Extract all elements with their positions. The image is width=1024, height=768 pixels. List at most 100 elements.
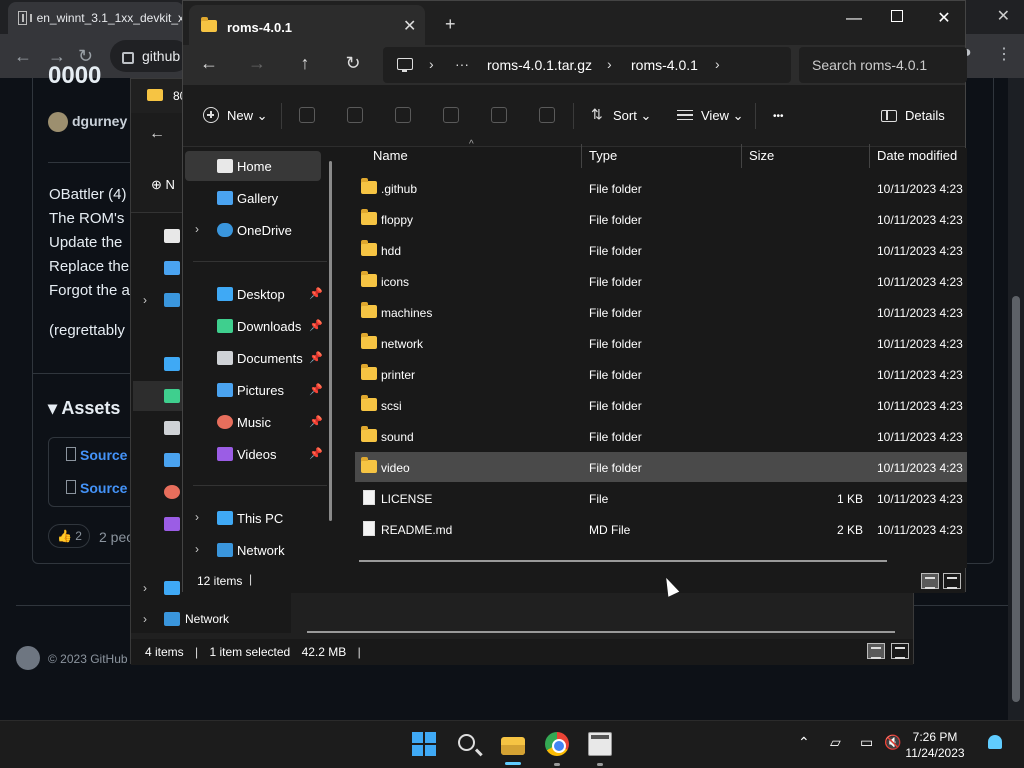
column-divider[interactable] <box>869 144 870 168</box>
back-arrow-icon[interactable]: ← <box>149 125 165 143</box>
search-input[interactable]: Search roms-4.0.1 <box>799 47 967 83</box>
forward-arrow-icon[interactable]: → <box>245 53 269 74</box>
up-arrow-icon[interactable]: ↑ <box>293 53 317 74</box>
copy-icon[interactable] <box>347 107 363 123</box>
asset-link[interactable]: Source <box>66 480 127 496</box>
sidebar-item-home[interactable]: Home <box>185 151 321 181</box>
view-icon[interactable] <box>677 110 693 120</box>
app-window-icon[interactable] <box>588 732 612 756</box>
tiles-view-button[interactable] <box>943 573 961 589</box>
table-row[interactable]: README.md MD File 2 KB 10/11/2023 4:23 PM <box>355 514 967 544</box>
chevron-right-icon[interactable]: › <box>143 581 147 595</box>
network-off-icon[interactable]: ▱ <box>830 734 841 751</box>
column-header-type[interactable]: Type <box>589 148 617 170</box>
table-row[interactable]: video File folder 10/11/2023 4:23 PM <box>355 452 967 482</box>
column-header-size[interactable]: Size <box>749 148 774 170</box>
new-button[interactable]: ⊕ N <box>151 177 175 193</box>
nav-scrollbar[interactable] <box>329 161 332 521</box>
sidebar-item-videos[interactable]: Videos 📌 <box>185 439 323 469</box>
start-button[interactable] <box>412 732 436 756</box>
table-row[interactable]: scsi File folder 10/11/2023 4:23 PM <box>355 390 967 420</box>
table-row[interactable]: machines File folder 10/11/2023 4:23 PM <box>355 297 967 327</box>
downloads-icon[interactable] <box>164 389 180 403</box>
chevron-up-icon[interactable]: ⌃ <box>798 734 810 751</box>
sidebar-item-documents[interactable]: Documents 📌 <box>185 343 323 373</box>
table-row[interactable]: network File folder 10/11/2023 4:23 PM <box>355 328 967 358</box>
table-row[interactable]: icons File folder 10/11/2023 4:23 PM <box>355 266 967 296</box>
nav-network-label[interactable]: Network <box>185 612 229 626</box>
this-pc-icon[interactable] <box>164 581 180 595</box>
chevron-right-icon[interactable]: › <box>143 612 147 626</box>
share-icon[interactable] <box>491 107 507 123</box>
breadcrumb[interactable]: roms-4.0.1.tar.gz <box>487 57 592 73</box>
column-divider[interactable] <box>581 144 582 168</box>
column-header-date-modified[interactable]: Date modified <box>877 148 957 170</box>
sidebar-item-network[interactable]: › Network <box>185 535 321 565</box>
close-icon[interactable]: ✕ <box>997 6 1010 26</box>
pictures-icon[interactable] <box>164 453 180 467</box>
back-arrow-icon[interactable]: ← <box>14 46 32 67</box>
pin-icon[interactable]: 📌 <box>309 287 323 300</box>
table-row[interactable]: printer File folder 10/11/2023 4:23 PM <box>355 359 967 389</box>
asset-link[interactable]: Source <box>66 447 127 463</box>
videos-icon[interactable] <box>164 517 180 531</box>
browser-tab[interactable]: en_winnt_3.1_1xx_devkit_x <box>8 2 184 34</box>
column-header-name[interactable]: Name <box>373 148 408 170</box>
desktop-icon[interactable] <box>164 357 180 371</box>
sidebar-item-music[interactable]: Music 📌 <box>185 407 323 437</box>
table-row[interactable]: hdd File folder 10/11/2023 4:23 PM <box>355 235 967 265</box>
table-row[interactable]: LICENSE File 1 KB 10/11/2023 4:23 PM <box>355 483 967 513</box>
close-icon[interactable]: ✕ <box>403 16 416 36</box>
close-icon[interactable]: ✕ <box>921 5 967 33</box>
chevron-right-icon[interactable]: › <box>195 222 199 236</box>
sidebar-item-onedrive[interactable]: › OneDrive <box>185 215 321 245</box>
view-button[interactable]: View ⌄ <box>701 108 743 124</box>
address-bar[interactable]: github <box>110 40 190 72</box>
onedrive-icon[interactable] <box>164 293 180 307</box>
notification-bell-icon[interactable] <box>988 735 1002 749</box>
table-row[interactable]: sound File folder 10/11/2023 4:23 PM <box>355 421 967 451</box>
sort-icon[interactable]: ⇅ <box>591 106 603 123</box>
file-explorer-icon[interactable] <box>501 737 525 755</box>
column-divider[interactable] <box>741 144 742 168</box>
new-button[interactable]: New ⌄ <box>227 108 268 124</box>
table-row[interactable]: .github File folder 10/11/2023 4:23 PM <box>355 173 967 203</box>
more-icon[interactable]: ··· <box>455 56 469 72</box>
details-view-button[interactable] <box>867 643 885 659</box>
refresh-icon[interactable]: ↻ <box>341 53 365 74</box>
details-pane-icon[interactable] <box>881 110 897 122</box>
explorer-window[interactable]: roms-4.0.1 ✕ + — ✕ ← → ↑ ↻ › ··· roms-4.… <box>182 0 967 593</box>
avatar[interactable] <box>48 112 68 132</box>
cut-icon[interactable] <box>299 107 315 123</box>
pin-icon[interactable]: 📌 <box>309 415 323 428</box>
sidebar-item-gallery[interactable]: Gallery <box>185 183 321 213</box>
horizontal-scrollbar[interactable] <box>307 631 895 633</box>
minimize-icon[interactable]: — <box>831 5 877 33</box>
table-row[interactable]: floppy File folder 10/11/2023 4:23 PM <box>355 204 967 234</box>
new-tab-icon[interactable]: + <box>445 14 456 35</box>
documents-icon[interactable] <box>164 421 180 435</box>
chrome-icon[interactable] <box>545 732 569 756</box>
pin-icon[interactable]: 📌 <box>309 447 323 460</box>
chevron-right-icon[interactable]: › <box>195 542 199 556</box>
display-icon[interactable]: ▭ <box>860 734 873 751</box>
pin-icon[interactable]: 📌 <box>309 383 323 396</box>
sidebar-item-desktop[interactable]: Desktop 📌 <box>185 279 323 309</box>
address-bar[interactable]: › ··· roms-4.0.1.tar.gz › roms-4.0.1 › <box>383 47 791 83</box>
clock[interactable]: 7:26 PM 11/24/2023 <box>900 729 970 761</box>
page-scrollbar-thumb[interactable] <box>1012 296 1020 702</box>
chevron-right-icon[interactable]: › <box>195 510 199 524</box>
pin-icon[interactable]: 📌 <box>309 319 323 332</box>
music-icon[interactable] <box>164 485 180 499</box>
sidebar-item-downloads[interactable]: Downloads 📌 <box>185 311 323 341</box>
chevron-right-icon[interactable]: › <box>715 56 720 72</box>
breadcrumb[interactable]: roms-4.0.1 <box>631 57 698 73</box>
sort-button[interactable]: Sort ⌄ <box>613 108 651 124</box>
chevron-right-icon[interactable]: › <box>429 56 434 72</box>
assets-heading[interactable]: ▾ Assets <box>48 398 120 419</box>
chevron-right-icon[interactable]: › <box>143 293 147 307</box>
gallery-icon[interactable] <box>164 261 180 275</box>
menu-icon[interactable]: ⋮ <box>996 44 1012 64</box>
reaction-button[interactable]: 👍 2 <box>48 524 90 548</box>
paste-icon[interactable] <box>395 107 411 123</box>
